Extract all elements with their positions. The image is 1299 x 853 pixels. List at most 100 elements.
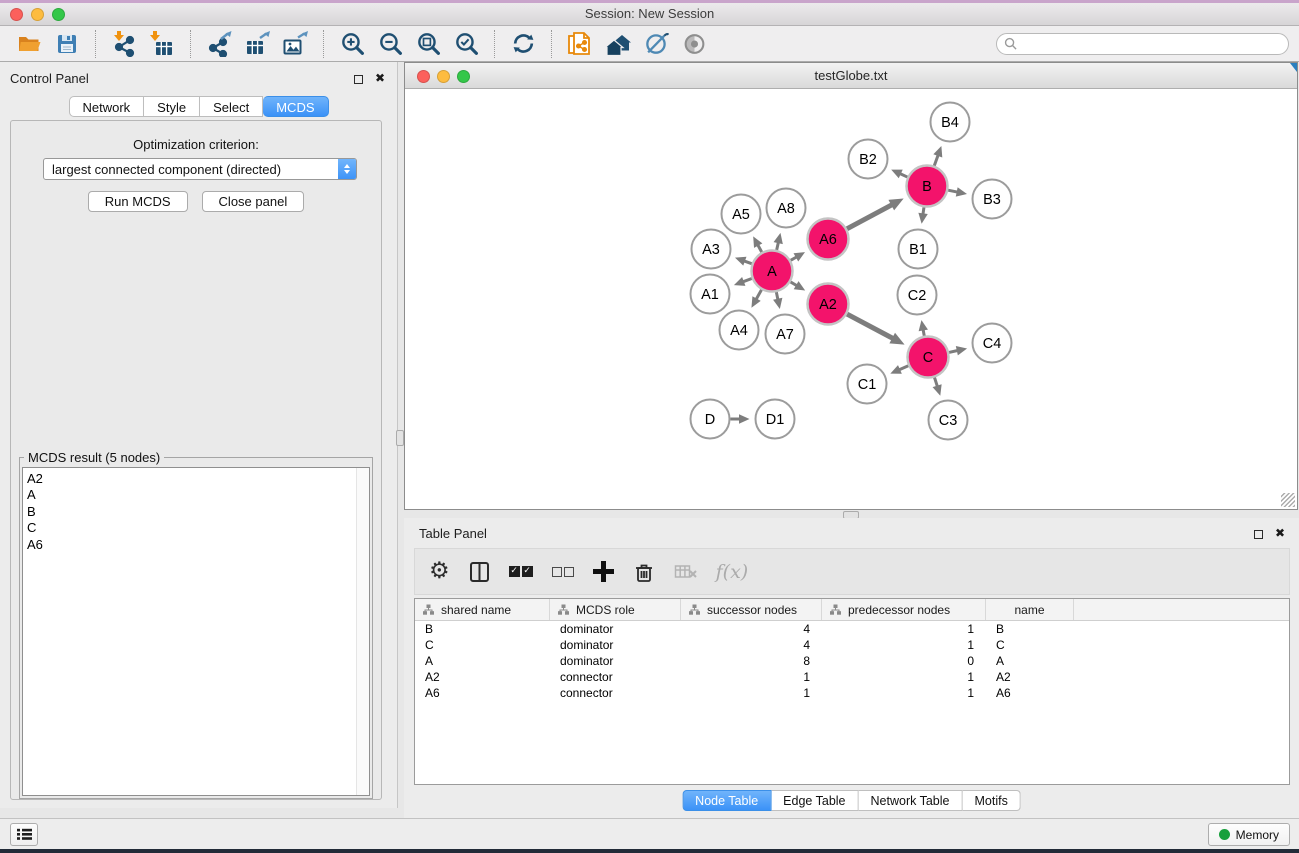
result-item-c[interactable]: C: [23, 520, 369, 536]
dropdown-stepper-icon: [338, 158, 356, 180]
add-column-icon[interactable]: [593, 561, 614, 582]
table-row[interactable]: Adominator80A: [415, 653, 1289, 669]
close-view-button[interactable]: [417, 70, 430, 83]
task-history-button[interactable]: [10, 823, 38, 846]
graph-edge-arrowhead: [933, 146, 942, 157]
result-scrollbar[interactable]: [356, 468, 369, 795]
network-window-titlebar[interactable]: testGlobe.txt: [405, 63, 1297, 89]
result-item-a6[interactable]: A6: [23, 537, 369, 553]
settings-gear-icon[interactable]: ⚙: [429, 560, 450, 583]
float-table-panel-icon[interactable]: [1254, 530, 1263, 539]
optimization-dropdown[interactable]: largest connected component (directed): [43, 158, 357, 180]
zoom-in-icon[interactable]: [337, 29, 367, 59]
column-header-successor-nodes[interactable]: successor nodes: [681, 599, 822, 620]
mcds-tab-content: Optimization criterion: largest connecte…: [10, 120, 382, 800]
graph-node-label-A5: A5: [732, 207, 750, 223]
zoom-selected-icon[interactable]: [451, 29, 481, 59]
column-header-mcds-role[interactable]: MCDS role: [550, 599, 681, 620]
zoom-window-button[interactable]: [52, 8, 65, 21]
cell-predecessor_nodes: 0: [822, 654, 986, 668]
network-graph[interactable]: B4B2BB3A8A5A6A3B1AA1C2A2A4A7C4CC1C3DD1: [405, 90, 1297, 511]
graph-node-label-D1: D1: [766, 412, 785, 428]
cell-shared_name: A2: [415, 670, 550, 684]
graph-node-label-A7: A7: [776, 327, 794, 343]
result-item-a[interactable]: A: [23, 487, 369, 503]
select-all-rows-icon[interactable]: ✓✓: [509, 566, 533, 577]
minimize-window-button[interactable]: [31, 8, 44, 21]
tab-edge-table[interactable]: Edge Table: [771, 790, 858, 811]
show-column-icon[interactable]: [469, 561, 490, 583]
graph-edge-arrowhead: [735, 257, 746, 266]
graph-edge-arrowhead: [919, 320, 928, 331]
tab-node-table[interactable]: Node Table: [682, 790, 771, 811]
table-row[interactable]: Cdominator41C: [415, 637, 1289, 653]
export-image-icon[interactable]: [280, 29, 310, 59]
column-header-empty: [1074, 599, 1289, 620]
close-window-button[interactable]: [10, 8, 23, 21]
column-header-shared-name[interactable]: shared name: [415, 599, 550, 620]
cell-predecessor_nodes: 1: [822, 622, 986, 636]
refresh-layout-icon[interactable]: [508, 29, 538, 59]
memory-button[interactable]: Memory: [1208, 823, 1290, 846]
minimize-view-button[interactable]: [437, 70, 450, 83]
hide-selected-icon[interactable]: [641, 29, 671, 59]
import-table-icon[interactable]: [147, 29, 177, 59]
show-graphics-details-icon[interactable]: [679, 29, 709, 59]
graph-edge-A6-B[interactable]: [847, 204, 893, 229]
table-body: Bdominator41BCdominator41CAdominator80AA…: [415, 621, 1289, 701]
graph-edge-A2-C[interactable]: [847, 314, 894, 339]
column-header-predecessor-nodes[interactable]: predecessor nodes: [822, 599, 986, 620]
zoom-view-button[interactable]: [457, 70, 470, 83]
graph-node-label-B4: B4: [941, 115, 959, 131]
table-header: shared nameMCDS rolesuccessor nodesprede…: [415, 599, 1289, 621]
tab-mcds[interactable]: MCDS: [263, 96, 328, 117]
export-network-icon[interactable]: [204, 29, 234, 59]
network-window-controls: [417, 70, 470, 83]
tab-style[interactable]: Style: [144, 96, 200, 117]
mcds-result-listbox[interactable]: A2ABCA6: [22, 467, 370, 796]
cell-name: A: [986, 654, 1074, 668]
tab-select[interactable]: Select: [200, 96, 263, 117]
table-row[interactable]: Bdominator41B: [415, 621, 1289, 637]
control-panel-tabs: NetworkStyleSelectMCDS: [68, 96, 328, 117]
resize-grip-icon[interactable]: [1281, 493, 1295, 507]
network-canvas[interactable]: B4B2BB3A8A5A6A3B1AA1C2A2A4A7C4CC1C3DD1: [405, 90, 1297, 509]
optimization-dropdown-value: largest connected component (directed): [44, 162, 338, 177]
search-input[interactable]: [1022, 37, 1281, 51]
tab-network[interactable]: Network: [68, 96, 144, 117]
save-session-icon[interactable]: [52, 29, 82, 59]
close-panel-icon[interactable]: ✖: [375, 71, 385, 85]
run-mcds-button[interactable]: Run MCDS: [88, 191, 188, 212]
mcds-result-list: A2ABCA6: [23, 468, 369, 553]
main-titlebar: Session: New Session: [0, 3, 1299, 26]
cell-successor_nodes: 4: [681, 638, 822, 652]
table-row[interactable]: A2connector11A2: [415, 669, 1289, 685]
close-table-panel-icon[interactable]: ✖: [1275, 526, 1285, 540]
tab-motifs[interactable]: Motifs: [962, 790, 1020, 811]
home-icon[interactable]: [603, 29, 633, 59]
vertical-splitter-handle[interactable]: [396, 430, 404, 446]
table-row[interactable]: A6connector11A6: [415, 685, 1289, 701]
open-file-icon[interactable]: [14, 29, 44, 59]
result-item-a2[interactable]: A2: [23, 471, 369, 487]
delete-column-icon[interactable]: [633, 561, 655, 583]
result-item-b[interactable]: B: [23, 504, 369, 520]
cell-mcds_role: connector: [550, 686, 681, 700]
float-panel-icon[interactable]: [354, 75, 363, 84]
tab-network-table[interactable]: Network Table: [859, 790, 963, 811]
graph-node-label-B3: B3: [983, 192, 1001, 208]
close-panel-button[interactable]: Close panel: [202, 191, 305, 212]
export-table-icon[interactable]: [242, 29, 272, 59]
cell-shared_name: B: [415, 622, 550, 636]
search-field[interactable]: [996, 33, 1289, 55]
new-network-from-selection-icon[interactable]: [565, 29, 595, 59]
graph-node-label-A4: A4: [730, 323, 748, 339]
zoom-out-icon[interactable]: [375, 29, 405, 59]
zoom-fit-icon[interactable]: [413, 29, 443, 59]
toolbar-separator: [323, 30, 324, 58]
deselect-all-rows-icon[interactable]: [552, 567, 574, 577]
graph-node-label-A2: A2: [819, 297, 837, 313]
import-network-icon[interactable]: [109, 29, 139, 59]
desktop-edge-bottom: [0, 849, 1299, 853]
column-header-name[interactable]: name: [986, 599, 1074, 620]
